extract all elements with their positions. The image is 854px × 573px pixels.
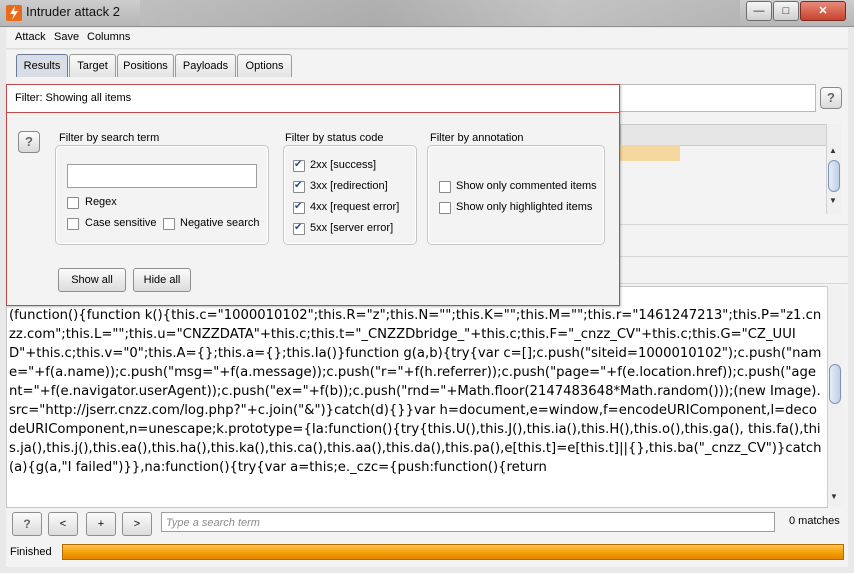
case-sensitive-label: Case sensitive: [85, 217, 157, 229]
highlighted-items-checkbox[interactable]: [439, 202, 451, 214]
attack-progress-bar: [62, 544, 844, 560]
status-5xx-label: 5xx [server error]: [310, 222, 394, 234]
menu-bar: Attack Save Columns: [6, 28, 848, 49]
status-2xx-label: 2xx [success]: [310, 159, 377, 171]
close-button[interactable]: ✕: [800, 1, 846, 21]
response-scroll-thumb[interactable]: [829, 364, 841, 404]
search-add-button[interactable]: +: [86, 512, 116, 536]
commented-items-checkbox[interactable]: [439, 181, 451, 193]
tab-positions[interactable]: Positions: [117, 54, 174, 77]
popup-filter-header[interactable]: Filter: Showing all items: [7, 85, 619, 113]
results-table-highlighted-row[interactable]: [620, 145, 680, 161]
response-scroll-down-icon[interactable]: ▼: [830, 492, 839, 501]
search-next-button[interactable]: >: [122, 512, 152, 536]
tab-results[interactable]: Results: [16, 54, 68, 77]
status-4xx-checkbox[interactable]: [293, 201, 305, 214]
regex-checkbox[interactable]: [67, 197, 79, 209]
case-sensitive-checkbox[interactable]: [67, 218, 79, 230]
results-table-scrollbar[interactable]: ▲ ▼: [826, 124, 841, 214]
tab-payloads[interactable]: Payloads: [175, 54, 236, 77]
tab-target[interactable]: Target: [69, 54, 116, 77]
status-4xx-label: 4xx [request error]: [310, 201, 400, 213]
tab-bar: Results Target Positions Payloads Option…: [6, 50, 848, 80]
annotation-group-title: Filter by annotation: [430, 132, 524, 144]
response-body-text: (function(){function k(){this.c="1000010…: [9, 308, 822, 475]
burp-app-icon: [6, 5, 22, 21]
negative-search-label: Negative search: [180, 217, 260, 229]
status-3xx-label: 3xx [redirection]: [310, 180, 388, 192]
status-text: Finished: [10, 546, 52, 558]
search-term-input[interactable]: [67, 164, 257, 188]
search-input[interactable]: Type a search term: [161, 512, 775, 532]
window-title: Intruder attack 2: [26, 4, 120, 19]
filter-popup: Filter: Showing all items ? Filter by se…: [6, 84, 620, 306]
hide-all-button[interactable]: Hide all: [133, 268, 191, 292]
scroll-down-arrow-icon[interactable]: ▼: [829, 196, 838, 205]
scroll-up-arrow-icon[interactable]: ▲: [829, 146, 838, 155]
status-5xx-checkbox[interactable]: [293, 222, 305, 235]
search-match-count: 0 matches: [789, 515, 840, 527]
menu-columns[interactable]: Columns: [87, 31, 130, 43]
filter-help-button[interactable]: ?: [820, 87, 842, 109]
title-bar: Intruder attack 2 — □ ✕: [0, 0, 854, 27]
status-code-group-title: Filter by status code: [285, 132, 384, 144]
results-table-scroll-thumb[interactable]: [828, 160, 840, 192]
filter-summary: Filter: Showing all items: [15, 92, 132, 104]
popup-help-button[interactable]: ?: [18, 131, 40, 153]
search-term-group-title: Filter by search term: [59, 132, 160, 144]
title-bar-background: [140, 0, 740, 26]
search-prev-button[interactable]: <: [48, 512, 78, 536]
menu-save[interactable]: Save: [54, 31, 79, 43]
minimize-button[interactable]: —: [746, 1, 772, 21]
show-all-button[interactable]: Show all: [58, 268, 126, 292]
commented-items-label: Show only commented items: [456, 180, 597, 192]
status-2xx-checkbox[interactable]: [293, 159, 305, 172]
status-3xx-checkbox[interactable]: [293, 180, 305, 193]
tab-options[interactable]: Options: [237, 54, 292, 77]
response-scrollbar[interactable]: ▼: [827, 286, 842, 506]
annotation-group: [427, 145, 605, 245]
negative-search-checkbox[interactable]: [163, 218, 175, 230]
response-viewer[interactable]: (function(){function k(){this.c="1000010…: [6, 286, 828, 508]
results-table-header: [620, 124, 828, 146]
regex-label: Regex: [85, 196, 117, 208]
menu-attack[interactable]: Attack: [15, 31, 46, 43]
highlighted-items-label: Show only highlighted items: [456, 201, 593, 213]
search-help-button[interactable]: ?: [12, 512, 42, 536]
search-term-group: [55, 145, 269, 245]
maximize-button[interactable]: □: [773, 1, 799, 21]
attack-progress-fill: [63, 545, 843, 559]
